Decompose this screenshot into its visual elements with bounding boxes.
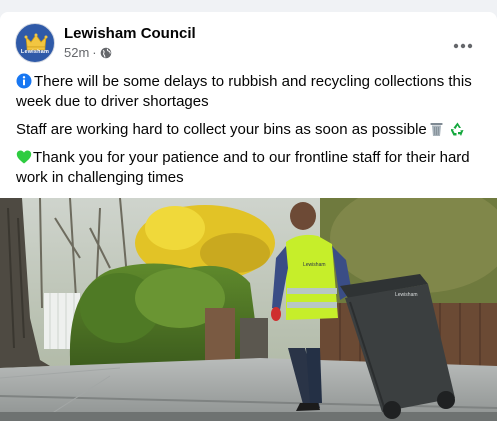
crown-icon xyxy=(24,33,48,51)
post-card: Lewisham Lewisham Council 52m · There wi… xyxy=(0,12,497,421)
more-options-icon xyxy=(453,43,473,49)
avatar[interactable]: Lewisham xyxy=(15,23,55,63)
post-meta: 52m · xyxy=(64,45,112,60)
recycling-icon xyxy=(450,122,464,136)
vest-text: Lewisham xyxy=(303,262,326,268)
post-paragraph: There will be some delays to rubbish and… xyxy=(16,72,486,112)
bin-lid-text: Lewisham xyxy=(395,292,418,298)
post-header: Lewisham Lewisham Council 52m · xyxy=(0,12,497,70)
meta-separator: · xyxy=(92,45,97,60)
post-paragraph: Staff are working hard to collect your b… xyxy=(16,120,486,140)
green-heart-icon xyxy=(16,150,32,164)
more-options-button[interactable] xyxy=(445,34,481,58)
page-name[interactable]: Lewisham Council xyxy=(64,25,196,42)
post-paragraph-text: There will be some delays to rubbish and… xyxy=(16,73,472,110)
post-paragraph-text: Thank you for your patience and to our f… xyxy=(16,149,470,186)
post-paragraph: Thank you for your patience and to our f… xyxy=(16,148,486,188)
globe-icon xyxy=(100,47,111,58)
info-icon xyxy=(16,73,32,89)
wastebasket-icon xyxy=(430,123,443,136)
avatar-label: Lewisham xyxy=(20,49,50,55)
timestamp[interactable]: 52m xyxy=(64,45,89,60)
post-paragraph-text: Staff are working hard to collect your b… xyxy=(16,121,427,138)
post-text: There will be some delays to rubbish and… xyxy=(16,72,486,196)
post-photo[interactable]: Lewisham Lewisham xyxy=(0,198,497,421)
